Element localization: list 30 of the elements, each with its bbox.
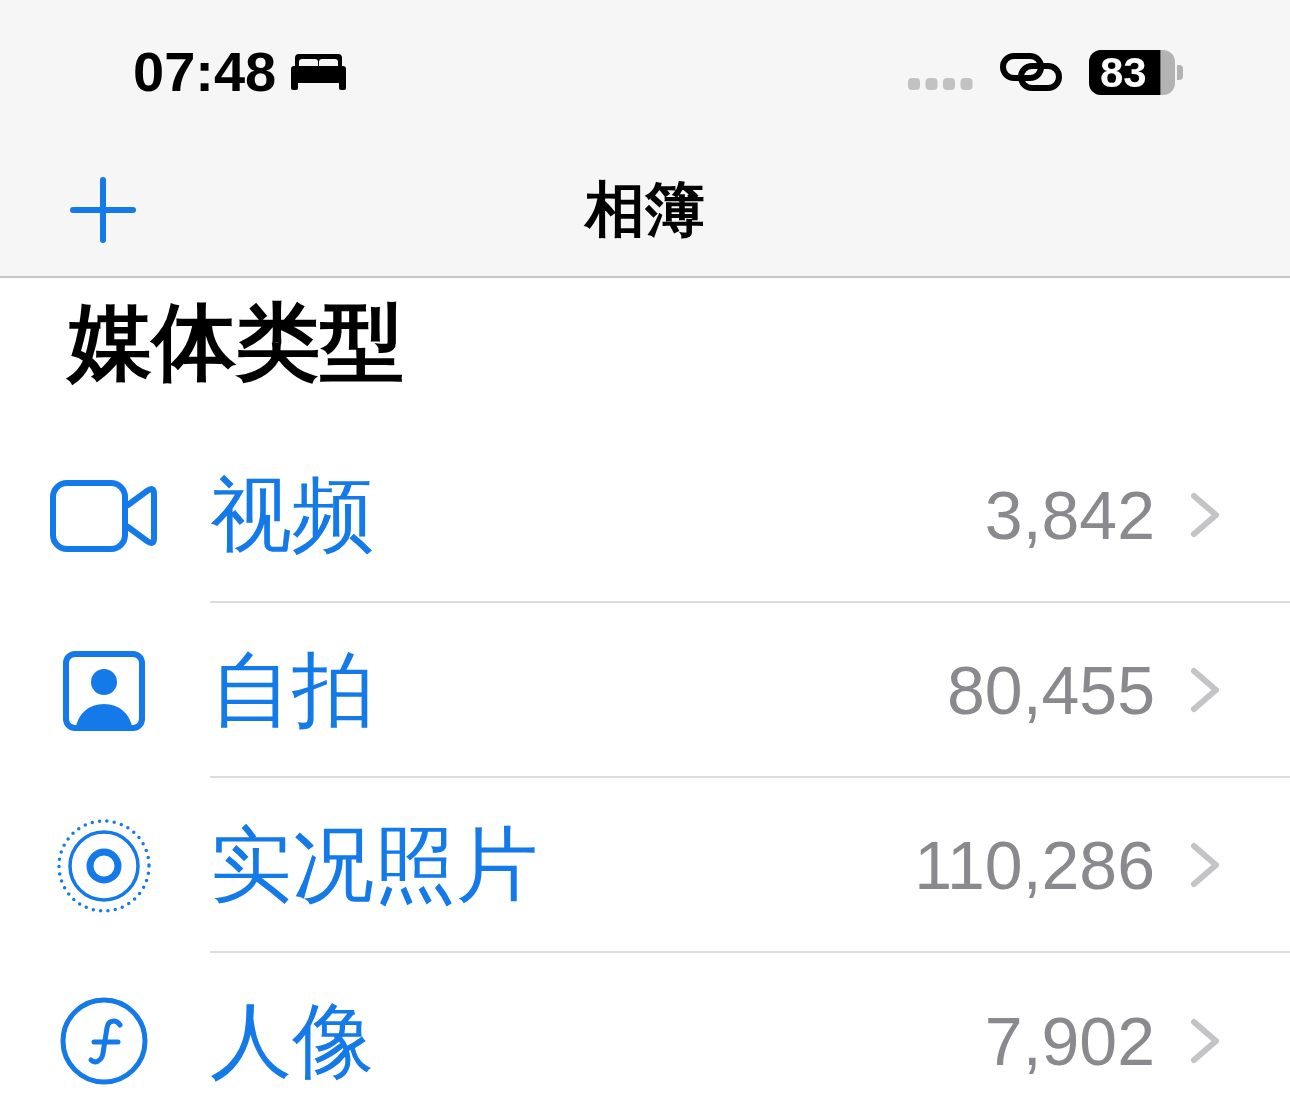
album-row[interactable]: 视频 3,842 [0, 428, 1290, 603]
chevron-icon [1190, 666, 1220, 713]
album-name: 视频 [210, 473, 374, 556]
item-count: 3,842 [984, 480, 1155, 549]
item-count: 110,286 [914, 830, 1155, 899]
chevron-icon [1190, 841, 1220, 888]
chevron-icon [1190, 491, 1220, 538]
status-time: 07:48 [133, 44, 277, 100]
plus-icon [70, 177, 136, 243]
album-row[interactable]: 自拍 80,455 [0, 603, 1290, 778]
album-name: 实况照片 [210, 823, 538, 906]
album-name: 人像 [210, 999, 374, 1082]
video-camera-icon [50, 479, 158, 552]
battery-icon [1089, 49, 1183, 95]
chevron-icon [1190, 1017, 1220, 1064]
person-square-icon [63, 650, 145, 731]
signal-icon [908, 78, 973, 90]
album-row[interactable]: 人像 7,902 [0, 953, 1290, 1118]
battery-percentage: 83 [1100, 51, 1147, 94]
section-title: 媒体类型 [68, 300, 404, 384]
album-name: 自拍 [210, 648, 374, 731]
concentric-circles-icon [56, 817, 152, 914]
item-count: 7,902 [984, 1006, 1155, 1075]
nav-title: 相簿 [585, 180, 705, 240]
album-row[interactable]: 实况照片 110,286 [0, 778, 1290, 953]
item-count: 80,455 [947, 655, 1155, 724]
bed-icon [291, 54, 347, 90]
link-icon [1000, 53, 1062, 91]
add-button[interactable] [70, 177, 136, 243]
f-circle-icon [60, 996, 148, 1085]
